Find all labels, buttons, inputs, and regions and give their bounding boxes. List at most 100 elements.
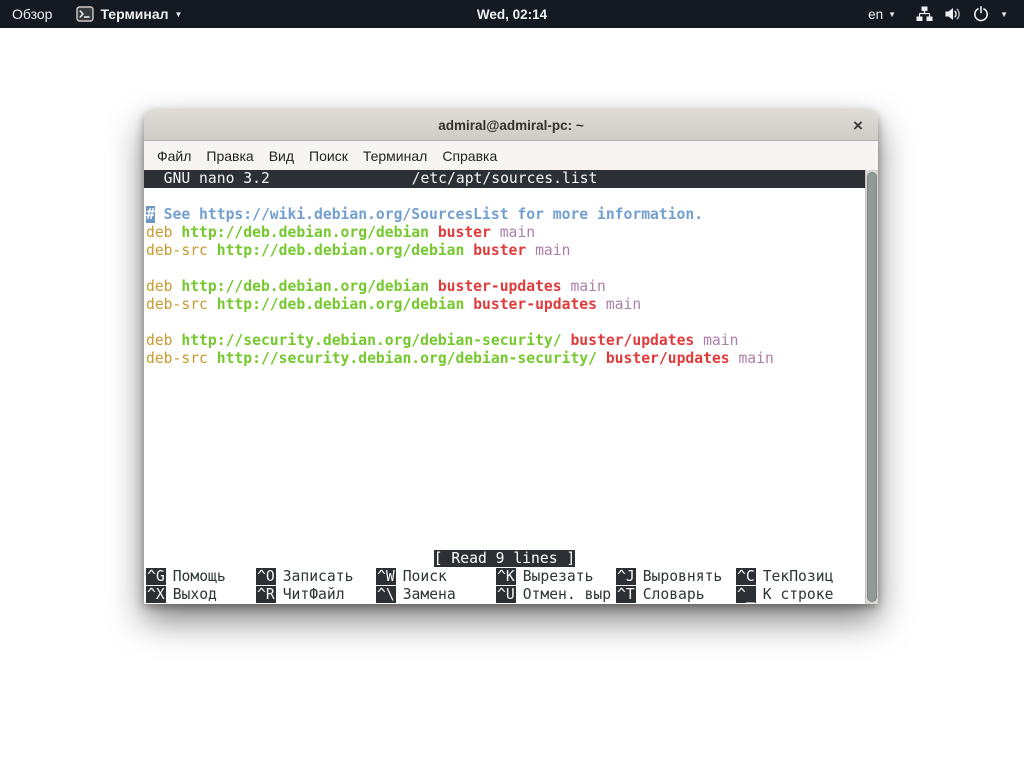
- token-url: http://security.debian.org/debian-securi…: [217, 350, 606, 367]
- shortcut-label: Замена: [403, 586, 456, 603]
- token-url: http://deb.debian.org/debian: [181, 278, 437, 295]
- token-keyword: deb: [146, 278, 181, 295]
- shortcut-label: ТекПозиц: [763, 568, 834, 585]
- shortcut-key: ^J: [616, 568, 636, 585]
- volume-icon: [944, 6, 962, 22]
- editor-line: [146, 314, 774, 332]
- shortcut-key: ^O: [256, 568, 276, 585]
- menu-item[interactable]: Справка: [441, 146, 498, 166]
- nano-shortcut-row-1: ^G Помощь ^O Записать ^WПоиск^K Вырезать ^JВыр…: [146, 568, 863, 586]
- nano-shortcut: ^K Вырезать: [496, 568, 616, 586]
- nano-shortcut: ^_ К строке: [736, 586, 863, 604]
- shortcut-key: ^T: [616, 586, 636, 603]
- shortcut-label: ЧитФайл: [283, 586, 345, 603]
- token-url: http://security.debian.org/debian-securi…: [181, 332, 570, 349]
- keyboard-layout-button[interactable]: en ▼: [854, 7, 910, 22]
- editor-line: # See https://wiki.debian.org/SourcesLis…: [146, 206, 774, 224]
- token-keyword: deb-src: [146, 242, 217, 259]
- shortcut-label: Отмен. выр: [523, 586, 611, 603]
- shortcut-key: ^\: [376, 586, 396, 603]
- menu-item[interactable]: Правка: [205, 146, 254, 166]
- shortcut-label: Помощь: [173, 568, 226, 585]
- terminal-window: admiral@admiral-pc: ~ × Файл Правка Вид Пои…: [144, 110, 878, 604]
- menu-bar: Файл Правка Вид Поиск Терминал Справка: [144, 141, 878, 170]
- clock-label: Wed, 02:14: [477, 7, 547, 22]
- close-button[interactable]: ×: [847, 110, 869, 141]
- nano-status-message: [ Read 9 lines ]: [434, 550, 575, 567]
- nano-titlebar: GNU nano 3.2 /etc/apt/sources.list: [144, 170, 865, 188]
- shortcut-key: ^K: [496, 568, 516, 585]
- editor-line: [146, 260, 774, 278]
- token-url: http://deb.debian.org/debian: [181, 224, 437, 241]
- shortcut-key: ^U: [496, 586, 516, 603]
- nano-shortcut: ^JВыровнять: [616, 568, 736, 586]
- editor-line: deb-src http://security.debian.org/debia…: [146, 350, 774, 368]
- shortcut-key: ^W: [376, 568, 396, 585]
- nano-statusbar: [ Read 9 lines ]: [144, 550, 865, 568]
- token-suite: buster: [438, 224, 500, 241]
- token-keyword: deb: [146, 224, 181, 241]
- shortcut-key: ^_: [736, 586, 756, 603]
- shortcut-label: Вырезать: [523, 568, 594, 585]
- shortcut-key: ^C: [736, 568, 756, 585]
- token-url: http://deb.debian.org/debian: [217, 242, 473, 259]
- terminal-scrollbar[interactable]: [865, 170, 878, 604]
- terminal-screen[interactable]: GNU nano 3.2 /etc/apt/sources.list # See…: [144, 170, 878, 604]
- editor-line: deb http://deb.debian.org/debian buster-…: [146, 278, 774, 296]
- shortcut-label: К строке: [763, 586, 834, 603]
- token-component: main: [500, 224, 535, 241]
- editor-line: deb-src http://deb.debian.org/debian bus…: [146, 296, 774, 314]
- menu-item[interactable]: Файл: [156, 146, 192, 166]
- activities-label: Обзор: [12, 6, 52, 22]
- nano-shortcut: ^WПоиск: [376, 568, 496, 586]
- nano-shortcut-row-2: ^X Выход ^R ЧитФайл ^\ Замена ^U Отмен. выр ^T Сл…: [146, 586, 863, 604]
- network-icon: [916, 6, 933, 22]
- activities-button[interactable]: Обзор: [0, 0, 64, 28]
- chevron-down-icon: ▼: [1000, 11, 1008, 19]
- shortcut-key: ^G: [146, 568, 166, 585]
- text-cursor: #: [146, 206, 155, 223]
- top-bar: Обзор Терминал ▼ Wed, 02:14 en ▼: [0, 0, 1024, 28]
- nano-buffer: # See https://wiki.debian.org/SourcesLis…: [146, 206, 774, 368]
- chevron-down-icon: ▼: [175, 11, 183, 19]
- window-titlebar[interactable]: admiral@admiral-pc: ~ ×: [144, 110, 878, 141]
- token-suite: buster/updates: [606, 350, 739, 367]
- shortcut-label: Словарь: [643, 586, 705, 603]
- nano-shortcut: ^T Словарь: [616, 586, 736, 604]
- keyboard-layout-label: en: [868, 7, 883, 22]
- token-component: main: [703, 332, 738, 349]
- token-component: main: [570, 278, 605, 295]
- token-suite: buster-updates: [473, 296, 606, 313]
- token-url: http://deb.debian.org/debian: [217, 296, 473, 313]
- nano-shortcut: ^C ТекПозиц: [736, 568, 863, 586]
- focused-app-label: Терминал: [100, 6, 168, 22]
- menu-item[interactable]: Поиск: [308, 146, 349, 166]
- clock-button[interactable]: Wed, 02:14: [477, 0, 547, 28]
- nano-shortcut: ^U Отмен. выр: [496, 586, 616, 604]
- token-component: main: [738, 350, 773, 367]
- app-menu-button[interactable]: Терминал ▼: [64, 0, 194, 28]
- window-title: admiral@admiral-pc: ~: [438, 110, 584, 141]
- shortcut-label: Выход: [173, 586, 217, 603]
- chevron-down-icon: ▼: [888, 11, 896, 19]
- menu-item[interactable]: Терминал: [362, 146, 428, 166]
- menu-item[interactable]: Вид: [268, 146, 295, 166]
- system-status-menu[interactable]: ▼: [910, 6, 1014, 22]
- scrollbar-thumb[interactable]: [867, 172, 877, 602]
- nano-shortcut: ^O Записать: [256, 568, 376, 586]
- nano-shortcut: ^G Помощь: [146, 568, 256, 586]
- token-suite: buster: [473, 242, 535, 259]
- nano-version-label: GNU nano 3.2: [146, 170, 270, 188]
- shortcut-key: ^X: [146, 586, 166, 603]
- editor-line: deb http://deb.debian.org/debian buster …: [146, 224, 774, 242]
- editor-line: deb-src http://deb.debian.org/debian bus…: [146, 242, 774, 260]
- shortcut-key: ^R: [256, 586, 276, 603]
- power-icon: [973, 6, 989, 22]
- terminal-icon: [76, 6, 94, 22]
- nano-file-path: /etc/apt/sources.list: [412, 170, 598, 188]
- nano-shortcut: ^R ЧитФайл: [256, 586, 376, 604]
- nano-shortcut: ^X Выход: [146, 586, 256, 604]
- token-component: main: [535, 242, 570, 259]
- shortcut-label: Записать: [283, 568, 354, 585]
- token-suite: buster-updates: [438, 278, 571, 295]
